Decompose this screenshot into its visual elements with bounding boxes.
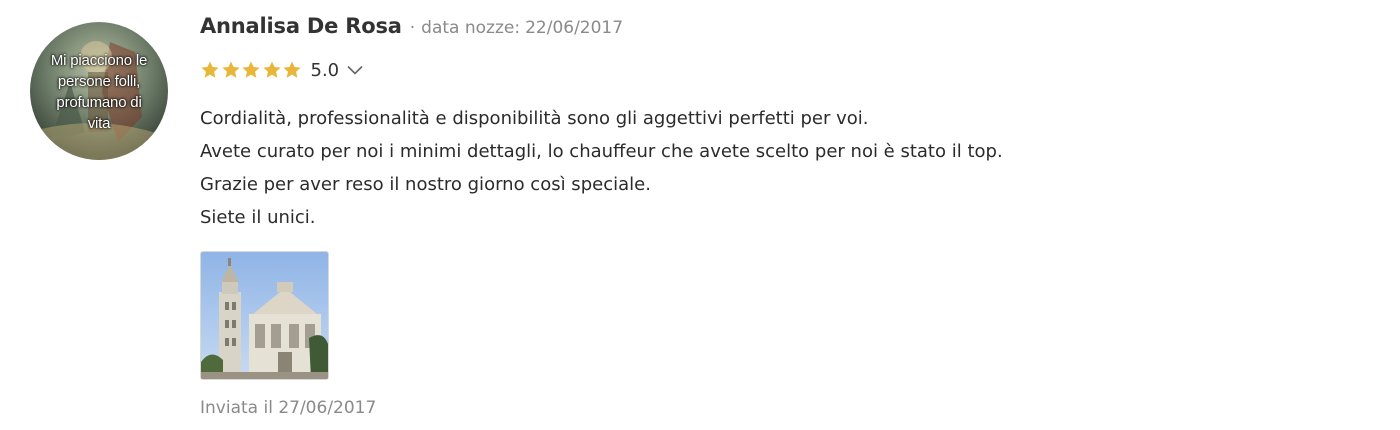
review-text-line: Siete il unici. (200, 207, 316, 228)
star-icon (221, 61, 240, 78)
wedding-date: 22/06/2017 (525, 18, 624, 38)
star-icon (242, 61, 260, 78)
review-text: Cordialità, professionalità e disponibil… (200, 102, 1350, 234)
header-separator: · (409, 18, 416, 38)
star-icon (283, 61, 301, 78)
avatar-caption-line: Mi piacciono le (50, 52, 148, 69)
review-header: Annalisa De Rosa · data nozze: 22/06/201… (200, 14, 623, 46)
wedding-date-label: data nozze: (421, 18, 521, 38)
star-icon (201, 61, 219, 78)
review-text-line: Grazie per aver reso il nostro giorno co… (200, 174, 651, 195)
sent-date: Inviata il 27/06/2017 (200, 398, 377, 418)
chevron-down-icon[interactable] (347, 65, 363, 75)
avatar[interactable]: Mi piacciono le persone folli, profumano… (30, 22, 168, 160)
review-text-line: Cordialità, professionalità e disponibil… (200, 108, 869, 129)
rating-stars (200, 60, 303, 80)
author-name[interactable]: Annalisa De Rosa (200, 14, 402, 38)
avatar-caption-line: vita (87, 115, 111, 132)
review-text-line: Avete curato per noi i minimi dettagli, … (200, 141, 1003, 162)
rating-summary[interactable]: 5.0 (200, 56, 363, 84)
star-icon (262, 61, 281, 78)
review-photo-thumbnail[interactable] (200, 251, 329, 380)
rating-value: 5.0 (310, 59, 340, 81)
avatar-caption-line: profumano di (56, 94, 142, 111)
avatar-caption-line: persone folli, (57, 73, 141, 90)
church-photo (201, 252, 328, 379)
avatar-caption: Mi piacciono le persone folli, profumano… (30, 50, 168, 134)
review-card: Mi piacciono le persone folli, profumano… (0, 0, 1400, 430)
